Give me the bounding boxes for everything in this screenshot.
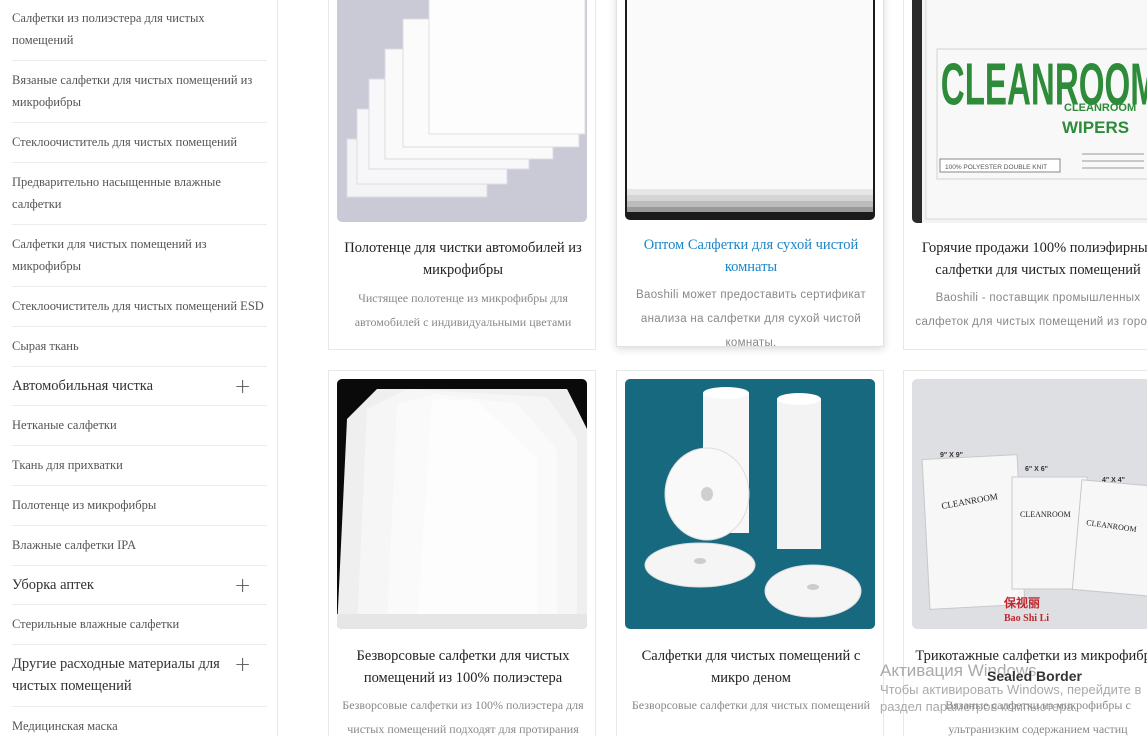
product-description: Безворсовые салфетки из 100% полиэстера … <box>342 698 584 736</box>
sidebar-item-nonwoven-wipes[interactable]: Нетканые салфетки <box>12 406 267 446</box>
sidebar-category-pharmacy-cleaning[interactable]: Уборка аптек + <box>12 566 267 605</box>
product-card[interactable]: Безворсовые салфетки для чистых помещени… <box>328 370 596 736</box>
sidebar-item-label[interactable]: Салфетки из полиэстера для чистых помеще… <box>12 11 205 47</box>
sidebar-category-other-consumables[interactable]: Другие расходные материалы для чистых по… <box>12 645 267 707</box>
sidebar-item-esd-glass-cleaner[interactable]: Стеклоочиститель для чистых помещений ES… <box>12 287 267 327</box>
sidebar-item-microfiber-cleanroom-wipes[interactable]: Салфетки для чистых помещений из микрофи… <box>12 225 267 287</box>
image-tooltip: Sealed Border <box>987 668 1082 684</box>
sidebar-category-label[interactable]: Уборка аптек <box>12 577 94 593</box>
sidebar-item-label[interactable]: Предварительно насыщенные влажные салфет… <box>12 175 221 211</box>
product-card[interactable]: Оптом Салфетки для сухой чистой комнаты … <box>616 0 884 349</box>
sidebar-item-label[interactable]: Стеклоочиститель для чистых помещений ES… <box>12 299 264 313</box>
dry-wipes-image <box>625 0 875 220</box>
product-title[interactable]: Горячие продажи 100% полиэфирные салфетк… <box>908 237 1147 281</box>
product-image-dry-cleanroom-wipes[interactable] <box>625 0 875 220</box>
product-title[interactable]: Полотенце для чистки автомобилей из микр… <box>337 237 589 281</box>
sidebar-item-medical-mask[interactable]: Медицинская маска <box>12 707 267 736</box>
sidebar-item-label[interactable]: Нетканые салфетки <box>12 418 117 432</box>
sidebar-category-label[interactable]: Автомобильная чистка <box>12 378 153 394</box>
product-card[interactable]: Полотенце для чистки автомобилей из микр… <box>328 0 596 350</box>
sidebar-item-sterile-wipes[interactable]: Стерильные влажные салфетки <box>12 605 267 645</box>
sidebar-item-glass-cleaner[interactable]: Стеклоочиститель для чистых помещений <box>12 123 267 163</box>
product-description: Вязаные салфетки из микрофибры с ультран… <box>945 698 1131 736</box>
brand-logo-en: Bao Shi Li <box>1004 613 1049 624</box>
product-description: Чистящее полотенце из микрофибры для авт… <box>354 291 572 329</box>
sidebar-item-label[interactable]: Влажные салфетки IPA <box>12 538 136 552</box>
product-title[interactable]: Трикотажные салфетки из микрофибры <box>912 645 1147 667</box>
plus-icon[interactable]: + <box>234 575 251 595</box>
sidebar-item-microfiber-towel[interactable]: Полотенце из микрофибры <box>12 486 267 526</box>
product-image-knitted-microfiber-wipes[interactable]: 9" X 9" 6" X 6" 4" X 4" CLEANROOM CLEANR… <box>912 379 1147 629</box>
sidebar-item-ipa-wipes[interactable]: Влажные салфетки IPA <box>12 526 267 566</box>
plus-icon[interactable]: + <box>234 376 251 396</box>
product-description: Безворсовые салфетки для чистых помещени… <box>631 698 871 712</box>
sidebar-category-auto-cleaning[interactable]: Автомобильная чистка + <box>12 367 267 406</box>
sidebar-item-presaturated-wipes[interactable]: Предварительно насыщенные влажные салфет… <box>12 163 267 225</box>
product-title[interactable]: Салфетки для чистых помещений с микро де… <box>625 645 877 689</box>
product-image-micro-denier-wipes[interactable] <box>625 379 875 629</box>
knitted-wipes-packs-image: 9" X 9" 6" X 6" 4" X 4" CLEANROOM CLEANR… <box>912 379 1147 629</box>
lint-free-wipes-image <box>337 379 587 629</box>
sidebar-item-polyester-wipes[interactable]: Салфетки из полиэстера для чистых помеще… <box>12 0 267 61</box>
size-label-9: 9" X 9" <box>940 452 963 459</box>
product-title[interactable]: Оптом Салфетки для сухой чистой комнаты <box>625 234 877 278</box>
sidebar-item-raw-fabric[interactable]: Сырая ткань <box>12 327 267 367</box>
sidebar-category-label[interactable]: Другие расходные материалы для чистых по… <box>12 656 220 694</box>
product-image-lint-free-wipes[interactable] <box>337 379 587 629</box>
sidebar-item-label[interactable]: Ткань для прихватки <box>12 458 123 472</box>
product-title[interactable]: Безворсовые салфетки для чистых помещени… <box>337 645 589 689</box>
product-card[interactable]: CLEANROOM CLEANROOM WIPERS 100% POLYESTE… <box>903 0 1147 350</box>
product-card[interactable]: Салфетки для чистых помещений с микро де… <box>616 370 884 736</box>
size-label-6: 6" X 6" <box>1025 466 1048 473</box>
category-sidebar: Салфетки из полиэстера для чистых помеще… <box>0 0 278 736</box>
sidebar-item-label[interactable]: Медицинская маска <box>12 719 118 733</box>
product-image-microfiber-towels[interactable] <box>337 0 587 222</box>
wipers-text: WIPERS <box>1062 118 1129 137</box>
product-image-cleanroom-wipers-pack[interactable]: CLEANROOM CLEANROOM WIPERS 100% POLYESTE… <box>912 0 1147 223</box>
cleanroom-small-text: CLEANROOM <box>1064 102 1136 114</box>
product-description: Baoshili может предоставить сертификат а… <box>636 289 866 349</box>
sidebar-item-knit-microfiber-wipes[interactable]: Вязаные салфетки для чистых помещений из… <box>12 61 267 123</box>
microfiber-towels-image <box>337 0 587 222</box>
sidebar-item-tack-cloth[interactable]: Ткань для прихватки <box>12 446 267 486</box>
sidebar-item-label[interactable]: Стерильные влажные салфетки <box>12 617 179 631</box>
sidebar-item-label[interactable]: Полотенце из микрофибры <box>12 498 156 512</box>
sidebar-item-label[interactable]: Стеклоочиститель для чистых помещений <box>12 135 237 149</box>
size-label-4: 4" X 4" <box>1102 477 1125 484</box>
plus-icon[interactable]: + <box>234 654 251 674</box>
sidebar-item-label[interactable]: Салфетки для чистых помещений из микрофи… <box>12 237 207 273</box>
micro-denier-rolls-image <box>625 379 875 629</box>
brand-logo-cn: 保视丽 <box>1003 595 1040 610</box>
cleanroom-wipers-pack-image: CLEANROOM CLEANROOM WIPERS 100% POLYESTE… <box>912 0 1147 223</box>
sidebar-item-label[interactable]: Сырая ткань <box>12 339 79 353</box>
sidebar-item-label[interactable]: Вязаные салфетки для чистых помещений из… <box>12 73 252 109</box>
pack-label-medium: CLEANROOM <box>1020 510 1071 519</box>
polyester-strip-text: 100% POLYESTER DOUBLE KNIT <box>945 164 1047 171</box>
product-description: Baoshili - поставщик промышленных салфет… <box>915 292 1147 328</box>
